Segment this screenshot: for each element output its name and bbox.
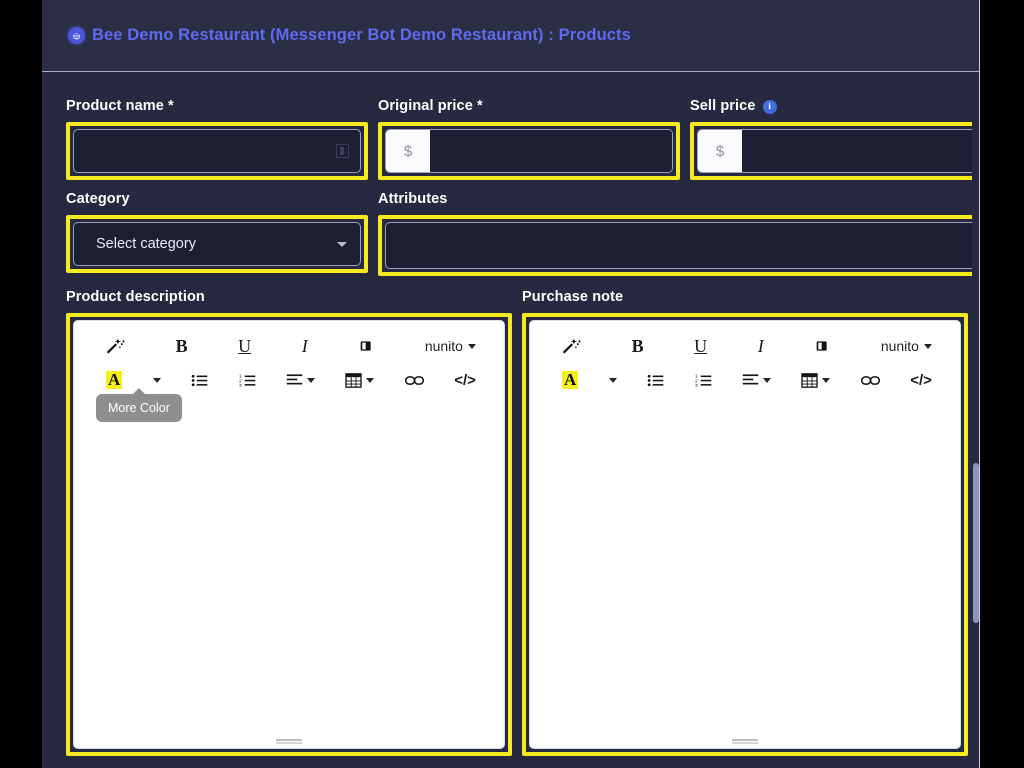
product-name-input[interactable]: [73, 129, 361, 173]
original-price-label: Original price *: [378, 98, 483, 114]
chevron-down-icon: [306, 377, 315, 383]
ordered-list-icon[interactable]: 1 2 3: [695, 366, 712, 394]
category-highlight: Select category: [66, 215, 368, 273]
product-description-editor[interactable]: B U I nunito A 1 2 3 </> More Color: [73, 320, 505, 749]
currency-symbol-sell: $: [698, 130, 742, 172]
product-description-content-area[interactable]: [74, 397, 504, 737]
required-marker: *: [168, 98, 174, 114]
svg-text:3: 3: [695, 382, 698, 387]
more-color-tooltip-text: More Color: [108, 401, 170, 415]
form-row-editors: Product description B U I nunito A 1 2 3…: [66, 289, 968, 756]
category-label: Category: [66, 191, 130, 207]
table-icon[interactable]: [345, 366, 375, 394]
info-circle-icon[interactable]: i: [762, 100, 777, 114]
field-product-name: Product name *: [66, 98, 368, 180]
style-magic-wand-icon[interactable]: [106, 332, 125, 360]
page-title: Bee Demo Restaurant (Messenger Bot Demo …: [92, 26, 631, 44]
field-sell-price: Sell price i $: [690, 98, 980, 180]
bee-badge-icon: [68, 27, 85, 44]
field-category: Category Select category: [66, 191, 368, 276]
attributes-highlight: [378, 215, 980, 276]
sell-price-label: Sell price i: [690, 98, 980, 114]
link-icon[interactable]: [860, 366, 880, 394]
unordered-list-icon[interactable]: [647, 366, 664, 394]
purchase-note-content-area[interactable]: [530, 397, 960, 737]
underline-icon[interactable]: U: [238, 332, 251, 360]
ordered-list-icon[interactable]: 1 2 3: [239, 366, 256, 394]
field-attributes: Attributes: [378, 191, 980, 276]
code-view-icon[interactable]: </>: [454, 366, 476, 394]
table-icon[interactable]: [801, 366, 831, 394]
product-description-toolbar: B U I nunito A 1 2 3 </>: [74, 321, 504, 397]
form-row-taxonomy: Category Select category Attributes: [66, 191, 980, 276]
currency-symbol-original: $: [386, 130, 430, 172]
chevron-down-icon: [822, 377, 831, 383]
field-purchase-note: Purchase note B U I nunito A 1 2 3 </>: [522, 289, 968, 756]
attributes-label: Attributes: [378, 191, 448, 207]
chevron-down-icon: [366, 377, 375, 383]
paragraph-align-icon[interactable]: [742, 366, 771, 394]
remove-format-eraser-icon[interactable]: [358, 332, 374, 360]
breadcrumb: Bee Demo Restaurant (Messenger Bot Demo …: [68, 26, 631, 45]
product-description-label: Product description: [66, 289, 205, 305]
remove-format-eraser-icon[interactable]: [814, 332, 830, 360]
more-color-caret-icon[interactable]: [608, 366, 617, 394]
category-select[interactable]: Select category: [73, 222, 361, 266]
paragraph-align-icon[interactable]: [286, 366, 315, 394]
font-family-dropdown[interactable]: nunito: [425, 332, 476, 360]
field-original-price: Original price * $: [378, 98, 680, 180]
underline-icon[interactable]: U: [694, 332, 707, 360]
required-marker: *: [477, 98, 483, 114]
italic-icon[interactable]: I: [302, 332, 308, 360]
form-scroll-container: Product name * Original price * $ Sell p…: [42, 72, 980, 767]
editor-resize-grip[interactable]: [530, 737, 960, 748]
bold-icon[interactable]: B: [176, 332, 188, 360]
toolbar-row-1: B U I nunito: [544, 331, 946, 361]
more-color-caret-icon[interactable]: [152, 366, 161, 394]
link-icon[interactable]: [404, 366, 424, 394]
font-family-dropdown[interactable]: nunito: [881, 332, 932, 360]
page-header: Bee Demo Restaurant (Messenger Bot Demo …: [42, 0, 980, 72]
font-family-value: nunito: [424, 338, 463, 354]
original-price-input[interactable]: [430, 130, 672, 172]
field-product-description: Product description B U I nunito A 1 2 3…: [66, 289, 512, 756]
panel-right-border: [979, 0, 980, 768]
toolbar-row-2: A 1 2 3 </>: [88, 361, 490, 391]
purchase-note-toolbar: B U I nunito A 1 2 3 </>: [530, 321, 960, 397]
svg-text:3: 3: [239, 382, 242, 387]
toolbar-row-2: A 1 2 3 </>: [544, 361, 946, 391]
chevron-down-icon: [608, 377, 617, 383]
editor-resize-grip[interactable]: [74, 737, 504, 748]
product-name-label: Product name *: [66, 98, 174, 114]
chevron-down-icon: [152, 377, 161, 383]
sell-price-input[interactable]: [742, 130, 980, 172]
sell-price-highlight: $: [690, 122, 980, 180]
style-magic-wand-icon[interactable]: [562, 332, 581, 360]
unordered-list-icon[interactable]: [191, 366, 208, 394]
original-price-highlight: $: [378, 122, 680, 180]
chevron-down-icon: [467, 343, 476, 349]
attributes-tag-input[interactable]: [385, 222, 980, 269]
chevron-down-icon: [923, 343, 932, 349]
chevron-down-icon: [762, 377, 771, 383]
form-row-pricing: Product name * Original price * $ Sell p…: [66, 98, 980, 180]
product-name-highlight: [66, 122, 368, 180]
code-view-icon[interactable]: </>: [910, 366, 932, 394]
italic-icon[interactable]: I: [758, 332, 764, 360]
purchase-note-label: Purchase note: [522, 289, 624, 305]
toolbar-row-1: B U I nunito: [88, 331, 490, 361]
font-color-icon[interactable]: A: [106, 366, 123, 394]
font-family-value: nunito: [880, 338, 919, 354]
product-description-highlight: B U I nunito A 1 2 3 </> More Color: [66, 313, 512, 756]
font-color-icon[interactable]: A: [562, 366, 579, 394]
bold-icon[interactable]: B: [632, 332, 644, 360]
purchase-note-highlight: B U I nunito A 1 2 3 </>: [522, 313, 968, 756]
more-color-tooltip: More Color: [96, 388, 182, 422]
purchase-note-editor[interactable]: B U I nunito A 1 2 3 </>: [529, 320, 961, 749]
app-content-panel: Bee Demo Restaurant (Messenger Bot Demo …: [42, 0, 980, 768]
